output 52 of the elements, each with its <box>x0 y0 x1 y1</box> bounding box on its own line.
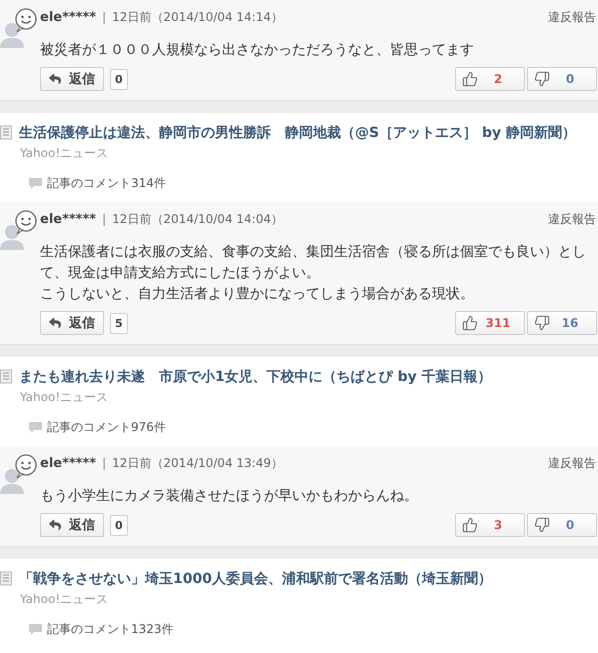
post-time: 12日前（2014/10/04 14:04） <box>112 210 283 228</box>
comment-count-link[interactable]: 記事のコメント976件 <box>47 419 166 436</box>
user-name[interactable]: ele***** <box>40 212 96 226</box>
reply-button[interactable]: 返信 <box>40 311 104 335</box>
comment-count-link[interactable]: 記事のコメント1323件 <box>47 621 174 638</box>
divider-text: | <box>102 10 106 24</box>
report-link[interactable]: 違反報告 <box>548 8 596 26</box>
source-label: Yahoo!ニュース <box>20 389 110 406</box>
like-button[interactable]: 2 <box>455 67 525 91</box>
post-time: 12日前（2014/10/04 14:14） <box>112 8 283 26</box>
user-name[interactable]: ele***** <box>40 456 96 470</box>
divider-text: | <box>102 212 106 226</box>
comment-text: こうしないと、自力生活者より豊かになってしまう場合がある現状。 <box>40 285 475 304</box>
comment-text: もう小学生にカメラ装備させたほうが早いかもわからんね。 <box>40 487 419 506</box>
dislike-button[interactable]: 0 <box>527 67 597 91</box>
report-link[interactable]: 違反報告 <box>548 210 596 228</box>
reply-button[interactable]: 返信 <box>40 67 104 91</box>
thumbs-up-icon <box>462 517 478 533</box>
document-icon <box>0 125 14 141</box>
source-label: Yahoo!ニュース <box>20 145 110 162</box>
thumbs-down-icon <box>534 315 550 331</box>
reply-count: 0 <box>110 68 128 90</box>
user-name[interactable]: ele***** <box>40 10 96 24</box>
reply-icon <box>49 317 61 329</box>
speech-bubble-icon <box>28 177 43 190</box>
article-title[interactable]: またも連れ去り未遂 市原で小1女児、下校中に（ちばとぴ by 千葉日報） <box>19 368 492 386</box>
reply-count: 0 <box>110 514 128 536</box>
reply-icon <box>49 519 61 531</box>
reply-button[interactable]: 返信 <box>40 513 104 537</box>
document-icon <box>0 571 14 587</box>
thumbs-down-icon <box>534 517 550 533</box>
dislike-button[interactable]: 0 <box>527 513 597 537</box>
reply-icon <box>49 73 61 85</box>
thumbs-down-icon <box>534 71 550 87</box>
report-link[interactable]: 違反報告 <box>548 454 596 472</box>
source-label: Yahoo!ニュース <box>20 591 110 608</box>
speech-bubble-icon <box>28 421 43 434</box>
reply-count: 5 <box>110 312 128 334</box>
comment-text: 生活保護者には衣服の支給、食事の支給、集団生活宿舎（寝る所は個室でも良い）として、現金は申請支給方式にしたほうがよい。 <box>40 243 587 283</box>
divider-text: | <box>102 456 106 470</box>
thumbs-up-icon <box>462 315 478 331</box>
document-icon <box>0 369 14 385</box>
article-title[interactable]: 生活保護停止は違法、静岡市の男性勝訴 静岡地裁（@S［アットエス］ by 静岡新聞） <box>19 124 576 142</box>
thumbs-up-icon <box>462 71 478 87</box>
post-time: 12日前（2014/10/04 13:49） <box>112 454 283 472</box>
like-button[interactable]: 3 <box>455 513 525 537</box>
comment-count-link[interactable]: 記事のコメント314件 <box>47 175 166 192</box>
article-title[interactable]: 「戦争をさせない」埼玉1000人委員会、浦和駅前で署名活動（埼玉新聞） <box>19 570 492 588</box>
speech-bubble-icon <box>28 623 43 636</box>
dislike-button[interactable]: 16 <box>527 311 597 335</box>
comment-text: 被災者が１０００人規模なら出さなかっただろうなと、皆思ってます <box>40 41 475 60</box>
like-button[interactable]: 311 <box>455 311 525 335</box>
